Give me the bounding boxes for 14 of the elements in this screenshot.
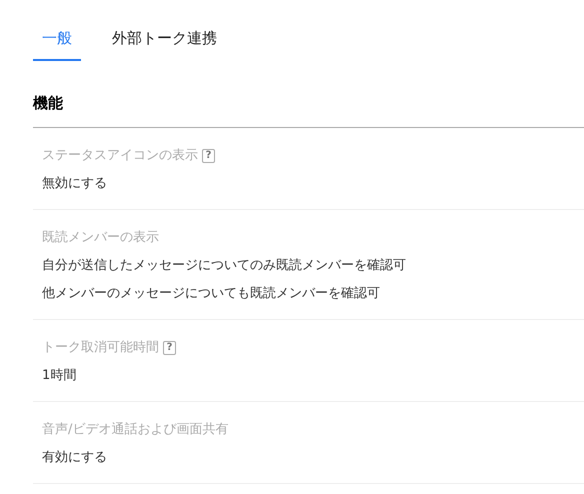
setting-value: 他メンバーのメッセージについても既読メンバーを確認可 bbox=[42, 285, 381, 303]
setting-label: 音声/ビデオ通話および画面共有 bbox=[42, 421, 228, 439]
setting-value: 無効にする bbox=[42, 175, 108, 193]
tab[interactable]: 一般 bbox=[33, 27, 81, 61]
tab[interactable]: 外部トーク連携 bbox=[103, 27, 226, 61]
setting-label: ステータスアイコンの表示 bbox=[42, 147, 198, 165]
help-icon[interactable]: ? bbox=[163, 341, 176, 355]
help-icon[interactable]: ? bbox=[202, 149, 215, 163]
setting-value: 1時間 bbox=[42, 367, 78, 385]
setting-value: 有効にする bbox=[42, 449, 108, 467]
setting-label: トーク取消可能時間 bbox=[42, 339, 159, 357]
setting-label: 既読メンバーの表示 bbox=[42, 229, 159, 247]
section-title: 機能 bbox=[33, 92, 584, 128]
setting-value: 自分が送信したメッセージについてのみ既読メンバーを確認可 bbox=[42, 257, 407, 275]
